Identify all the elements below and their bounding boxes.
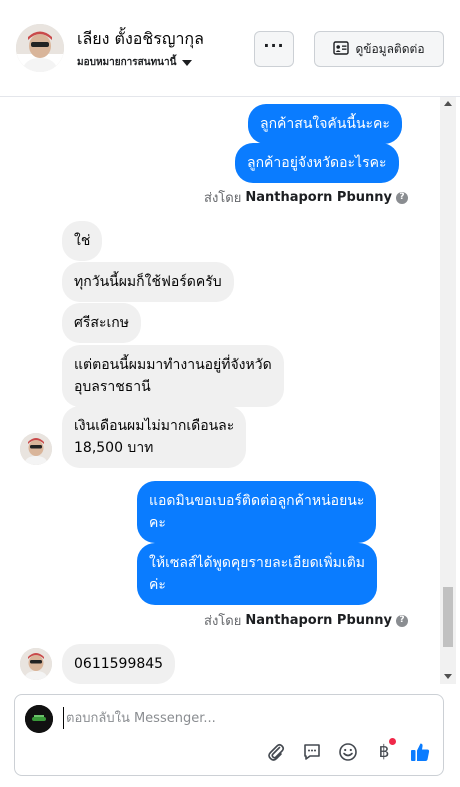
attachment-icon[interactable] [265, 741, 287, 763]
sent-by-prefix: ส่งโดย [204, 614, 242, 629]
thread-scrollbar[interactable] [440, 97, 456, 684]
more-options-button[interactable]: ··· [254, 31, 294, 67]
reply-input[interactable] [63, 707, 423, 729]
sent-by-label: ส่งโดย Nanthaporn Pbunny ? [204, 610, 408, 631]
sent-by-label: ส่งโดย Nanthaporn Pbunny ? [204, 187, 408, 208]
message-text-line: อุบลราชธานี [74, 379, 151, 395]
contact-avatar[interactable] [16, 24, 64, 72]
message-thread[interactable]: ลูกค้าสนใจคันนี้นะคะ ลูกค้าอยู่จังหวัดอะ… [0, 97, 460, 684]
sender-name: Nanthaporn Pbunny [245, 190, 392, 205]
assign-conversation-label: มอบหมายการสนทนานี้ [77, 57, 177, 68]
contact-card-icon [333, 40, 350, 59]
composer-toolbar: ฿ [265, 738, 431, 763]
message-text: ศรีสะเกษ [74, 315, 129, 331]
contact-avatar-small[interactable] [20, 648, 52, 680]
conversation-header: เลียง ตั้งอชิรญากุล มอบหมายการสนทนานี้ ·… [0, 0, 460, 97]
message-text: ทุกวันนี้ผมก็ใช้ฟอร์ดครับ [74, 274, 222, 290]
payment-icon[interactable]: ฿ [373, 738, 396, 763]
message-bubble-incoming[interactable]: แต่ตอนนี้ผมมาทำงานอยู่ที่จังหวัด อุบลราช… [62, 345, 284, 407]
message-bubble-outgoing[interactable]: ลูกค้าอยู่จังหวัดอะไรคะ [235, 143, 399, 183]
message-bubble-incoming[interactable]: 0611599845 [62, 644, 176, 684]
message-text-line: แอดมินขอเบอร์ติดต่อลูกค้าหน่อยนะ [149, 493, 365, 509]
sent-by-prefix: ส่งโดย [204, 191, 242, 206]
message-bubble-incoming[interactable]: เงินเดือนผมไม่มากเดือนละ 18,500 บาท [62, 406, 247, 468]
view-contact-info-button[interactable]: ดูข้อมูลติดต่อ [314, 31, 444, 67]
sender-name: Nanthaporn Pbunny [245, 613, 392, 628]
message-text: ใช่ [74, 233, 91, 249]
message-bubble-outgoing[interactable]: แอดมินขอเบอร์ติดต่อลูกค้าหน่อยนะ คะ [137, 481, 377, 543]
saved-replies-icon[interactable] [301, 741, 323, 763]
message-text-line: คะ [149, 515, 166, 531]
message-text-line: 18,500 บาท [74, 440, 154, 456]
message-text: ลูกค้าอยู่จังหวัดอะไรคะ [247, 155, 387, 171]
message-bubble-incoming[interactable]: ศรีสะเกษ [62, 303, 141, 343]
notification-dot [389, 738, 396, 745]
contact-name[interactable]: เลียง ตั้งอชิรญากุล [77, 27, 204, 52]
message-text: ลูกค้าสนใจคันนี้นะคะ [260, 116, 390, 132]
help-icon[interactable]: ? [396, 191, 408, 204]
page-avatar [25, 705, 53, 733]
assign-conversation-dropdown[interactable]: มอบหมายการสนทนานี้ [77, 55, 193, 70]
scroll-up-arrow-icon[interactable] [444, 101, 452, 106]
emoji-icon[interactable] [337, 741, 359, 763]
message-bubble-incoming[interactable]: ใช่ [62, 221, 103, 261]
message-bubble-incoming[interactable]: ทุกวันนี้ผมก็ใช้ฟอร์ดครับ [62, 262, 234, 302]
message-text-line: เงินเดือนผมไม่มากเดือนละ [74, 418, 235, 434]
message-bubble-outgoing[interactable]: ลูกค้าสนใจคันนี้นะคะ [248, 104, 402, 144]
reply-composer: ฿ [14, 694, 444, 776]
message-text-line: ค่ะ [149, 577, 166, 593]
help-icon[interactable]: ? [396, 614, 408, 627]
caret-down-icon [182, 60, 193, 66]
message-text-line: แต่ตอนนี้ผมมาทำงานอยู่ที่จังหวัด [74, 357, 272, 373]
scrollbar-thumb[interactable] [443, 587, 453, 647]
like-icon[interactable] [409, 741, 431, 763]
message-text-line: ให้เซลส์ได้พูดคุยรายละเอียดเพิ่มเติม [149, 555, 366, 571]
more-icon: ··· [263, 36, 285, 55]
view-contact-info-label: ดูข้อมูลติดต่อ [355, 41, 425, 56]
scroll-down-arrow-icon[interactable] [444, 674, 452, 679]
contact-avatar-small[interactable] [20, 433, 52, 465]
message-bubble-outgoing[interactable]: ให้เซลส์ได้พูดคุยรายละเอียดเพิ่มเติม ค่ะ [137, 543, 378, 605]
message-text: 0611599845 [74, 656, 164, 672]
